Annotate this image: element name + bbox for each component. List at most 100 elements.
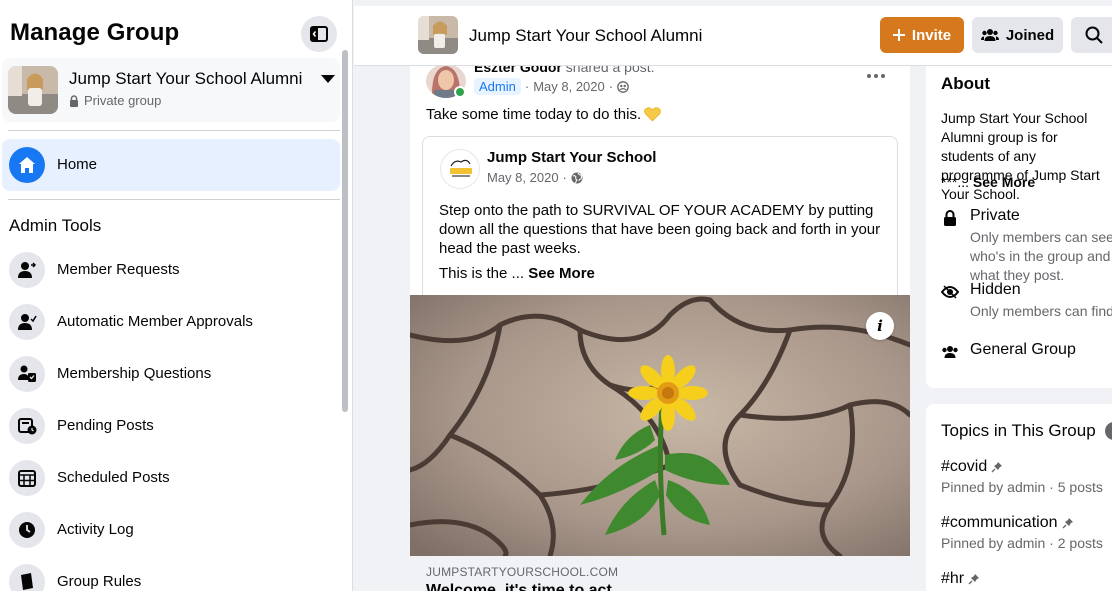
search-button[interactable] xyxy=(1071,17,1112,53)
see-more-link[interactable]: See More xyxy=(528,265,595,282)
post-image[interactable] xyxy=(410,295,910,556)
eye-icon xyxy=(941,283,959,301)
topic-meta: Pinned by admin · 5 posts xyxy=(941,479,1103,495)
post-text: Take some time today to do this. xyxy=(426,106,661,123)
pin-icon xyxy=(1062,518,1073,529)
topic-item[interactable]: #covid Pinned by admin · 5 posts xyxy=(941,458,1103,495)
post-text-content: Take some time today to do this. xyxy=(426,106,642,123)
about-general-title: General Group xyxy=(970,341,1076,358)
sidebar-item-scheduled-posts[interactable]: Scheduled Posts xyxy=(2,454,340,502)
shared-post-text: Step onto the path to SURVIVAL OF YOUR A… xyxy=(439,202,881,257)
link-preview[interactable]: JUMPSTARTYOURSCHOOL.COM Welcome, it's ti… xyxy=(410,556,910,591)
post-action: shared a post. xyxy=(565,66,655,75)
invite-label: Invite xyxy=(911,26,952,44)
post-meta: Admin · May 8, 2020 · xyxy=(474,78,629,95)
manage-group-sidebar: Manage Group Jump Start Your School Alum… xyxy=(0,0,353,591)
topics-heading: Topics in This Group xyxy=(941,421,1096,440)
home-icon xyxy=(9,147,45,183)
group-privacy: Private group xyxy=(69,93,161,108)
separator: · xyxy=(608,79,614,94)
people-icon xyxy=(980,29,999,41)
group-header: Jump Start Your School Alumni Invite Joi… xyxy=(354,0,1112,66)
post-author-name[interactable]: Eszter Godor xyxy=(474,66,562,75)
sidebar-title: Manage Group xyxy=(10,19,180,46)
collapse-sidebar-button[interactable] xyxy=(301,16,337,52)
page-logo[interactable] xyxy=(440,149,480,189)
link-domain: JUMPSTARTYOURSCHOOL.COM xyxy=(426,565,619,579)
joined-button[interactable]: Joined xyxy=(972,17,1063,53)
link-title: Welcome, it's time to act xyxy=(426,582,612,591)
shared-page-name[interactable]: Jump Start Your School xyxy=(487,149,656,166)
sidebar-item-membership-questions[interactable]: Membership Questions xyxy=(2,350,340,398)
info-icon[interactable]: i xyxy=(866,312,894,340)
pin-icon xyxy=(968,574,980,585)
yellow-heart-icon xyxy=(644,107,661,122)
excerpt-prefix: This is the ... xyxy=(439,265,525,282)
admin-badge: Admin xyxy=(474,78,521,95)
about-hidden-title: Hidden xyxy=(970,281,1021,298)
lock-icon xyxy=(941,209,959,227)
sidebar-item-home[interactable]: Home xyxy=(2,139,340,191)
sidebar-item-group-rules[interactable]: Group Rules xyxy=(2,558,340,591)
online-status-dot xyxy=(454,86,466,98)
topic-name: #communication xyxy=(941,514,1058,531)
auto-approval-icon xyxy=(9,304,45,340)
about-private-text: Only members can see who's in the group … xyxy=(970,229,1112,283)
group-people-icon xyxy=(941,343,959,361)
sidebar-item-label: Scheduled Posts xyxy=(57,469,170,486)
group-switcher[interactable]: Jump Start Your School Alumni Private gr… xyxy=(2,58,340,122)
caret-down-icon[interactable] xyxy=(320,73,336,85)
pending-posts-icon xyxy=(9,408,45,444)
rules-icon xyxy=(9,564,45,591)
sidebar-toggle-icon xyxy=(310,26,328,42)
calendar-icon xyxy=(9,460,45,496)
about-more-prefix: ***... xyxy=(941,174,970,190)
lock-icon xyxy=(70,94,78,107)
about-see-more: ***... See More xyxy=(941,174,1035,190)
separator: · xyxy=(524,79,530,94)
group-header-title[interactable]: Jump Start Your School Alumni xyxy=(469,26,702,46)
group-name: Jump Start Your School Alumni xyxy=(69,69,303,88)
info-icon[interactable] xyxy=(1105,422,1112,440)
group-header-thumbnail[interactable] xyxy=(418,16,458,54)
sidebar-item-activity-log[interactable]: Activity Log xyxy=(2,506,340,554)
sidebar-item-label: Membership Questions xyxy=(57,365,212,382)
about-card: About Jump Start Your School Alumni grou… xyxy=(926,66,1112,388)
about-private-subtitle: Only members can see who's in the group … xyxy=(970,228,1112,285)
about-private-title: Private xyxy=(970,207,1020,224)
post-options-button[interactable] xyxy=(864,66,888,86)
about-heading: About xyxy=(941,74,991,93)
sidebar-item-member-requests[interactable]: Member Requests xyxy=(2,246,340,294)
invite-button[interactable]: Invite xyxy=(880,17,964,53)
sidebar-item-label: Activity Log xyxy=(57,521,134,538)
topics-card: Topics in This Group #covid Pinned by ad… xyxy=(926,404,1112,591)
post-author-line: Eszter Godor shared a post. xyxy=(474,66,655,75)
divider xyxy=(8,130,340,131)
shared-post-date[interactable]: May 8, 2020 xyxy=(487,170,559,185)
pin-icon xyxy=(991,462,1003,473)
sidebar-item-label: Home xyxy=(57,156,98,173)
sidebar-scrollbar[interactable] xyxy=(342,50,348,412)
privacy-label: Private group xyxy=(84,93,162,108)
globe-icon xyxy=(571,172,583,183)
see-more-link[interactable]: See More xyxy=(973,174,1035,190)
sidebar-item-automatic-member-approvals[interactable]: Automatic Member Approvals xyxy=(2,298,340,346)
topic-name: #covid xyxy=(941,458,988,475)
joined-label: Joined xyxy=(1005,26,1055,44)
search-icon xyxy=(1085,26,1103,44)
topic-item[interactable]: #hr xyxy=(941,570,980,588)
sidebar-item-label: Member Requests xyxy=(57,261,180,278)
about-hidden-subtitle: Only members can find this group. xyxy=(970,303,1112,319)
admin-tools-heading: Admin Tools xyxy=(9,216,102,235)
clock-icon xyxy=(9,512,45,548)
plus-icon xyxy=(892,29,905,41)
group-cover-thumbnail xyxy=(8,66,58,114)
members-audience-icon xyxy=(617,80,629,93)
sidebar-item-pending-posts[interactable]: Pending Posts xyxy=(2,402,340,450)
post-date[interactable]: May 8, 2020 xyxy=(533,79,605,94)
shared-post-excerpt: This is the ... See More xyxy=(439,265,595,282)
shared-post-meta: May 8, 2020 · xyxy=(487,170,583,185)
feed-post: Eszter Godor shared a post. Admin · May … xyxy=(410,66,910,591)
topic-item[interactable]: #communication Pinned by admin · 2 posts xyxy=(941,514,1103,551)
divider xyxy=(8,199,340,200)
